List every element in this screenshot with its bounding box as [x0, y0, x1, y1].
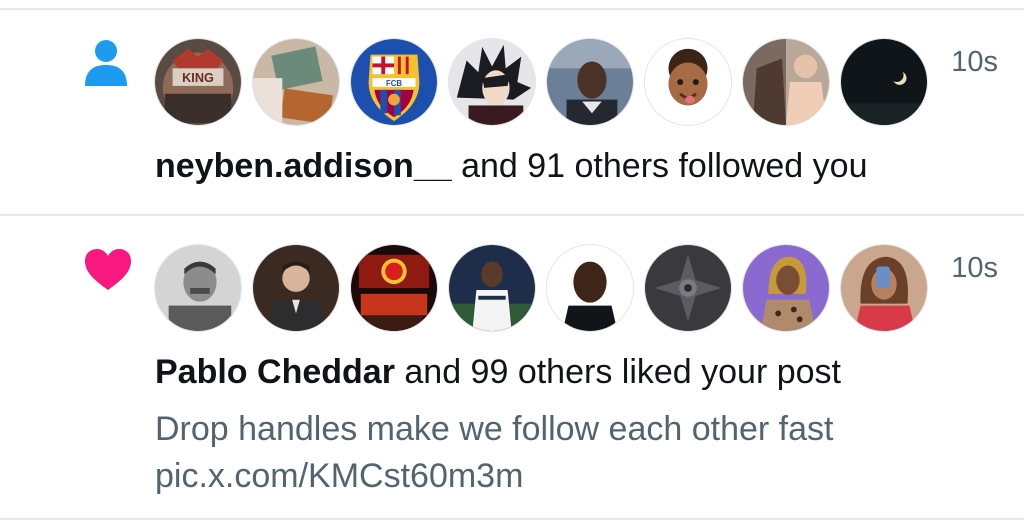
footballer-avatar[interactable]	[448, 244, 536, 332]
man-portrait-avatar[interactable]	[546, 244, 634, 332]
notification-headline: Pablo Cheddar and 99 others liked your p…	[155, 352, 841, 392]
post-preview-line-1[interactable]: Drop handles make we follow each other f…	[155, 406, 833, 452]
photo-avatar[interactable]	[252, 38, 340, 126]
selfie-avatar[interactable]	[546, 38, 634, 126]
actor-name[interactable]: neyben.addison__	[155, 147, 452, 185]
svg-text:FCB: FCB	[386, 79, 402, 88]
dark-emblem-avatar[interactable]	[644, 244, 732, 332]
person-icon	[84, 38, 128, 86]
timestamp: 10s	[951, 252, 998, 284]
notification-text: and 99 others liked your post	[394, 353, 841, 391]
woman-selfie-avatar[interactable]	[840, 244, 928, 332]
shirtless-photo-avatar[interactable]	[742, 38, 830, 126]
manchester-united-avatar[interactable]	[350, 244, 438, 332]
heart-icon	[84, 248, 131, 292]
follower-avatars: KING FCB	[154, 38, 928, 126]
timestamp: 10s	[951, 46, 998, 78]
post-preview-link[interactable]: pic.x.com/KMCst60m3m	[155, 453, 523, 499]
follow-notification[interactable]: KING FCB 10s neyben.addison__ and 91 oth…	[0, 10, 1024, 214]
night-moon-avatar[interactable]	[840, 38, 928, 126]
bw-portrait-avatar[interactable]	[154, 244, 242, 332]
notification-headline: neyben.addison__ and 91 others followed …	[155, 146, 867, 186]
bottom-divider	[0, 518, 1024, 520]
svg-text:KING: KING	[182, 71, 214, 85]
suited-man-avatar[interactable]	[252, 244, 340, 332]
like-notification[interactable]: 10s Pablo Cheddar and 99 others liked yo…	[0, 216, 1024, 516]
liker-avatars	[154, 244, 928, 332]
notification-text: and 91 others followed you	[451, 147, 868, 185]
actor-name[interactable]: Pablo Cheddar	[155, 353, 395, 391]
fcb-crest-avatar[interactable]: FCB	[350, 38, 438, 126]
woman-purple-avatar[interactable]	[742, 244, 830, 332]
king-logo-avatar[interactable]: KING	[154, 38, 242, 126]
memoji-avatar[interactable]	[644, 38, 732, 126]
anime-character-avatar[interactable]	[448, 38, 536, 126]
